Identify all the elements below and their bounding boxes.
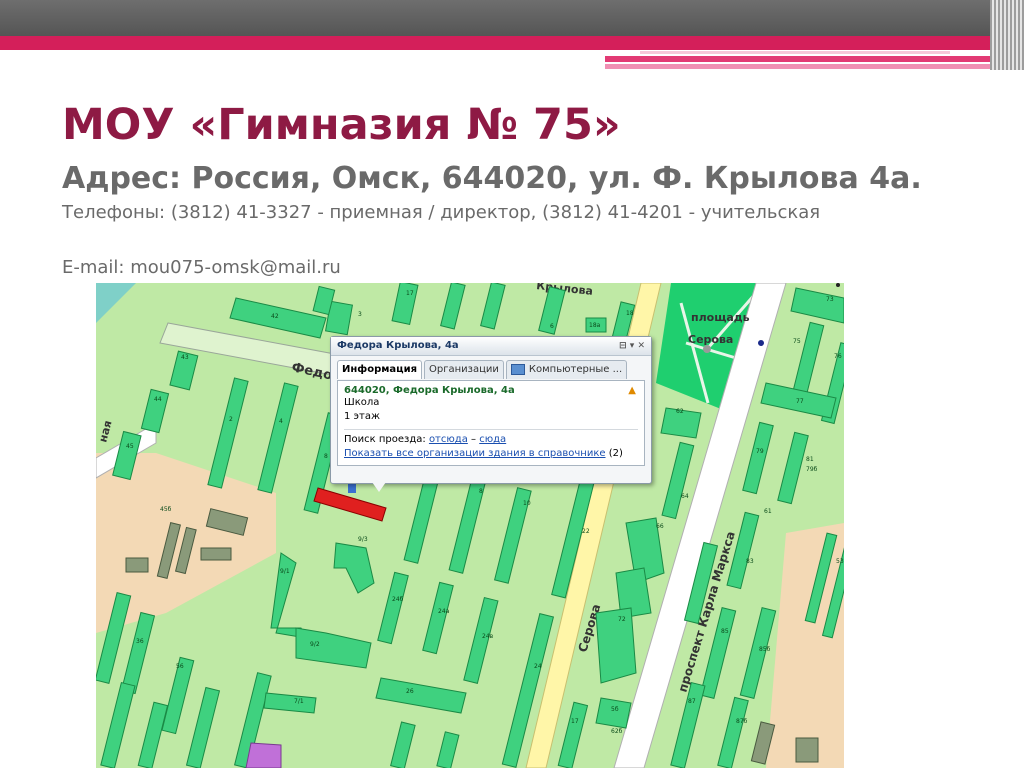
route-label: Поиск проезда: bbox=[344, 434, 426, 445]
svg-text:24б: 24б bbox=[392, 596, 404, 603]
popup-divider bbox=[344, 429, 638, 430]
svg-text:17: 17 bbox=[571, 718, 579, 725]
svg-text:76: 76 bbox=[834, 353, 842, 360]
svg-text:2: 2 bbox=[229, 416, 233, 423]
popup-header: Федора Крылова, 4а ⊟ ▾ ✕ bbox=[331, 337, 651, 356]
popup-tabs: Информация Организации Компьютерные ... bbox=[331, 360, 651, 380]
svg-text:7/1: 7/1 bbox=[294, 698, 304, 705]
sand-area-right bbox=[766, 523, 844, 768]
svg-text:24в: 24в bbox=[482, 633, 494, 640]
route-to-link[interactable]: сюда bbox=[479, 434, 506, 445]
svg-text:62: 62 bbox=[676, 408, 684, 415]
svg-text:9/1: 9/1 bbox=[280, 568, 290, 575]
svg-text:4: 4 bbox=[279, 418, 283, 425]
show-all-count: (2) bbox=[608, 448, 623, 459]
svg-text:9/3: 9/3 bbox=[358, 536, 368, 543]
svg-text:45: 45 bbox=[126, 443, 134, 450]
decor-line-pale bbox=[605, 64, 1010, 69]
svg-text:6: 6 bbox=[550, 323, 554, 330]
decor-line-pink bbox=[605, 56, 1010, 62]
svg-text:42: 42 bbox=[271, 313, 279, 320]
svg-text:75: 75 bbox=[793, 338, 801, 345]
svg-text:81: 81 bbox=[806, 456, 814, 463]
svg-text:43: 43 bbox=[181, 354, 189, 361]
tab-computer[interactable]: Компьютерные ... bbox=[505, 360, 628, 379]
street-label-left: ная bbox=[96, 419, 114, 444]
map-info-popup[interactable]: Федора Крылова, 4а ⊟ ▾ ✕ Информация Орга… bbox=[330, 336, 652, 484]
svg-text:18а: 18а bbox=[589, 322, 601, 329]
svg-text:66: 66 bbox=[656, 523, 664, 530]
svg-text:36: 36 bbox=[136, 638, 144, 645]
svg-text:79: 79 bbox=[756, 448, 764, 455]
popup-route-row: Поиск проезда: отсюда – сюда bbox=[344, 433, 638, 447]
tab-information[interactable]: Информация bbox=[337, 360, 422, 379]
popup-address: 644020, Федора Крылова, 4а bbox=[344, 385, 515, 396]
popup-window-controls[interactable]: ⊟ ▾ ✕ bbox=[619, 337, 645, 355]
tab-organizations[interactable]: Организации bbox=[424, 360, 504, 379]
svg-text:22: 22 bbox=[582, 528, 590, 535]
svg-text:79б: 79б bbox=[806, 466, 818, 473]
popup-pointer bbox=[372, 482, 386, 492]
svg-text:83: 83 bbox=[746, 558, 754, 565]
phones-line: Телефоны: (3812) 41-3327 - приемная / ди… bbox=[62, 202, 821, 223]
square-label-2: Серова bbox=[688, 333, 733, 346]
decor-line-light bbox=[640, 51, 950, 54]
top-decor-bar bbox=[0, 0, 1024, 36]
svg-text:26: 26 bbox=[406, 688, 414, 695]
popup-type: Школа bbox=[344, 397, 380, 408]
warning-icon[interactable]: ▲ bbox=[628, 385, 636, 396]
email-line: E-mail: mou075-omsk@mail.ru bbox=[62, 257, 341, 278]
svg-text:3: 3 bbox=[358, 311, 362, 318]
svg-text:72: 72 bbox=[618, 616, 626, 623]
popup-title: Федора Крылова, 4а bbox=[337, 340, 459, 351]
slide-title: МОУ «Гимназия № 75» bbox=[62, 100, 621, 150]
svg-text:10: 10 bbox=[523, 500, 531, 507]
corner-stripes bbox=[990, 0, 1024, 70]
show-all-orgs-link[interactable]: Показать все организации здания в справо… bbox=[344, 448, 606, 459]
svg-text:53: 53 bbox=[836, 558, 844, 565]
svg-text:87б: 87б bbox=[736, 718, 748, 725]
svg-text:24: 24 bbox=[534, 663, 542, 670]
address-line: Адрес: Россия, Омск, 644020, ул. Ф. Крыл… bbox=[62, 161, 922, 196]
route-dash: – bbox=[471, 434, 477, 445]
svg-text:45б: 45б bbox=[160, 506, 172, 513]
svg-text:56: 56 bbox=[176, 663, 184, 670]
svg-text:24а: 24а bbox=[438, 608, 450, 615]
popup-body: 644020, Федора Крылова, 4а ▲ Школа 1 эта… bbox=[337, 380, 645, 466]
square-label-1: площадь bbox=[691, 311, 750, 324]
svg-text:8: 8 bbox=[324, 453, 328, 460]
route-from-link[interactable]: отсюда bbox=[429, 434, 468, 445]
popup-floors: 1 этаж bbox=[344, 411, 380, 422]
svg-text:8: 8 bbox=[479, 488, 483, 495]
svg-text:85б: 85б bbox=[759, 646, 771, 653]
svg-text:62б: 62б bbox=[611, 728, 623, 735]
svg-text:9/2: 9/2 bbox=[310, 641, 320, 648]
svg-text:44: 44 bbox=[154, 396, 162, 403]
pink-decor-bar bbox=[0, 36, 1024, 50]
svg-text:5б: 5б bbox=[611, 706, 619, 713]
monitor-icon bbox=[510, 363, 525, 375]
svg-text:87: 87 bbox=[688, 698, 696, 705]
svg-text:85: 85 bbox=[721, 628, 729, 635]
svg-text:77: 77 bbox=[796, 398, 804, 405]
svg-text:61: 61 bbox=[764, 508, 772, 515]
popup-show-all-row: Показать все организации здания в справо… bbox=[344, 447, 638, 461]
svg-text:64: 64 bbox=[681, 493, 689, 500]
svg-text:18: 18 bbox=[626, 310, 634, 317]
svg-text:73: 73 bbox=[826, 296, 834, 303]
svg-text:17: 17 bbox=[406, 290, 414, 297]
water-area bbox=[96, 283, 136, 323]
tab-computer-label: Компьютерные ... bbox=[528, 364, 623, 375]
